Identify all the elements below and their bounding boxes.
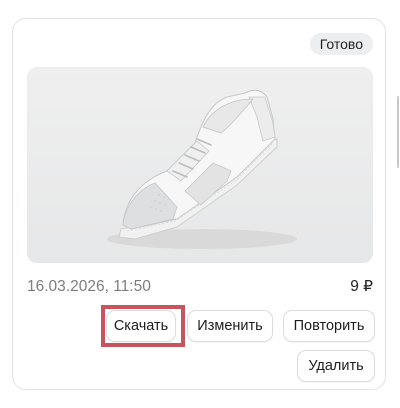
created-date: 16.03.2026, 11:50 xyxy=(27,278,151,295)
price: 9 ₽ xyxy=(350,278,373,295)
edit-button[interactable]: Изменить xyxy=(187,310,273,342)
download-button[interactable]: Скачать xyxy=(106,310,176,342)
repeat-button[interactable]: Повторить xyxy=(283,310,375,342)
meta-row: 16.03.2026, 11:50 9 ₽ xyxy=(27,277,373,297)
delete-button[interactable]: Удалить xyxy=(297,350,375,382)
sneaker-image xyxy=(27,67,373,263)
scrollbar[interactable] xyxy=(397,96,399,168)
product-image[interactable] xyxy=(27,67,373,263)
generation-card: Готово 16.03.2026, 11:50 9 ₽ Скачать Изм… xyxy=(12,18,386,390)
status-badge: Готово xyxy=(309,33,373,55)
